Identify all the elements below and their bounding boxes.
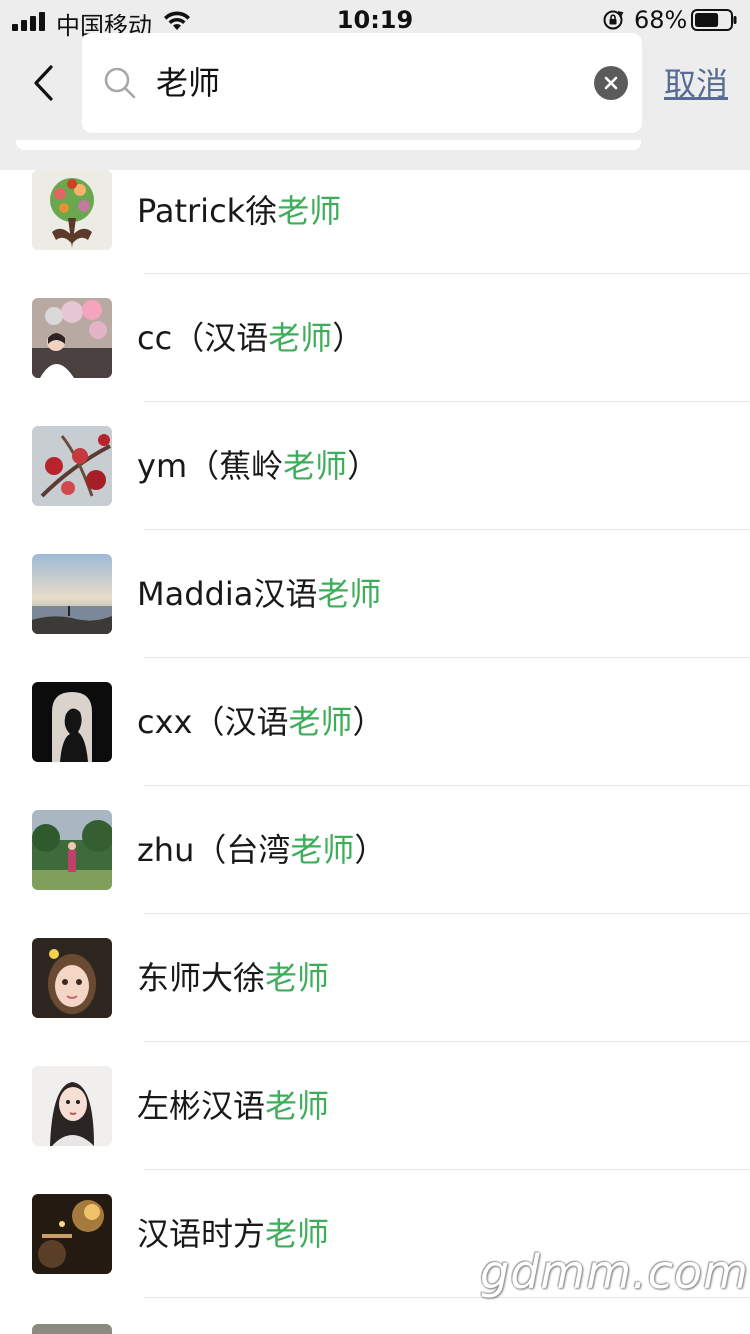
seaside-sunset-avatar-image (32, 554, 112, 634)
contact-name-suffix: ） (352, 703, 385, 741)
contact-name-suffix: ） (347, 447, 380, 485)
search-match-highlight: 老师 (290, 831, 355, 869)
contact-name: 左彬汉语老师 (137, 1084, 329, 1128)
contact-name: ym（蕉岭老师） (137, 444, 379, 488)
contact-name: cxx（汉语老师） (137, 700, 385, 744)
search-match-highlight: 老师 (317, 575, 382, 613)
contact-name-prefix: 左彬汉语 (137, 1087, 266, 1125)
result-row[interactable]: 左彬汉语老师 (0, 1042, 750, 1170)
balloons-photo-avatar (32, 298, 112, 378)
silhouette-avatar-image (32, 682, 112, 762)
contact-name-prefix: 东师大徐 (137, 959, 266, 997)
result-row[interactable]: 东师大徐老师 (0, 914, 750, 1042)
result-row[interactable]: ym（蕉岭老师） (0, 402, 750, 530)
contact-name: 汉语时方老师 (137, 1212, 329, 1256)
contact-name-prefix: Maddia汉语 (137, 575, 318, 613)
park-photo-avatar (32, 810, 112, 890)
watermark: gdmm.com (480, 1245, 749, 1299)
red-flowers-avatar (32, 426, 112, 506)
candlelight-avatar (32, 1194, 112, 1274)
result-row[interactable]: cxx（汉语老师） (0, 658, 750, 786)
woman-portrait-avatar-image (32, 1066, 112, 1146)
tree-hands-avatar (32, 170, 112, 250)
partial-avatar (32, 1324, 112, 1334)
result-row[interactable]: Maddia汉语老师 (0, 530, 750, 658)
cancel-button[interactable]: 取消 (664, 62, 728, 106)
child-portrait-avatar-image (32, 938, 112, 1018)
search-match-highlight: 老师 (283, 447, 348, 485)
contact-name-prefix: cxx（汉语 (137, 703, 289, 741)
clear-search-button[interactable] (594, 66, 628, 100)
contact-name: cc（汉语老师） (137, 316, 364, 360)
contact-name-prefix: zhu（台湾 (137, 831, 291, 869)
candlelight-avatar-image (32, 1194, 112, 1274)
search-match-highlight: 老师 (265, 1087, 330, 1125)
search-match-highlight: 老师 (268, 319, 333, 357)
contact-name-prefix: ym（蕉岭 (137, 447, 284, 485)
seaside-sunset-avatar (32, 554, 112, 634)
woman-portrait-avatar (32, 1066, 112, 1146)
search-icon (104, 67, 136, 99)
search-match-highlight: 老师 (265, 1215, 330, 1253)
back-button[interactable] (26, 62, 60, 104)
contact-name: Patrick徐老师 (137, 189, 341, 233)
red-flowers-avatar-image (32, 426, 112, 506)
tree-hands-avatar-image (32, 170, 112, 250)
back-icon (34, 65, 53, 101)
silhouette-avatar (32, 682, 112, 762)
search-match-highlight: 老师 (265, 959, 330, 997)
clear-icon (604, 76, 618, 90)
park-photo-avatar-image (32, 810, 112, 890)
contact-name: 东师大徐老师 (137, 956, 329, 1000)
search-results-list: Patrick徐老师 cc（汉语老师） ym（蕉岭老师） Maddia汉语老师 cxx（… (0, 170, 750, 1298)
search-query[interactable]: 老师 (156, 61, 220, 105)
result-row[interactable]: zhu（台湾老师） (0, 786, 750, 914)
balloons-photo-avatar-image (32, 298, 112, 378)
search-match-highlight: 老师 (277, 192, 342, 230)
battery-percent: 68% (634, 6, 688, 34)
search-input[interactable]: 老师 (82, 33, 642, 133)
contact-name-prefix: 汉语时方 (137, 1215, 266, 1253)
search-underbar (16, 140, 641, 150)
battery-icon (691, 9, 737, 31)
search-header: 中国移动 10:19 68% 老师 取消 (0, 0, 750, 170)
result-row[interactable]: cc（汉语老师） (0, 274, 750, 402)
contact-name-prefix: cc（汉语 (137, 319, 269, 357)
rotation-lock-icon (603, 10, 624, 30)
contact-name: Maddia汉语老师 (137, 572, 381, 616)
contact-name-prefix: Patrick徐 (137, 192, 278, 230)
contact-name-suffix: ） (332, 319, 365, 357)
result-row[interactable]: Patrick徐老师 (0, 170, 750, 274)
contact-name-suffix: ） (354, 831, 387, 869)
contact-name: zhu（台湾老师） (137, 828, 386, 872)
search-match-highlight: 老师 (288, 703, 353, 741)
child-portrait-avatar (32, 938, 112, 1018)
search-screen: 中国移动 10:19 68% 老师 取消 Patrick徐老师 cc（汉语老师）… (0, 0, 750, 1334)
